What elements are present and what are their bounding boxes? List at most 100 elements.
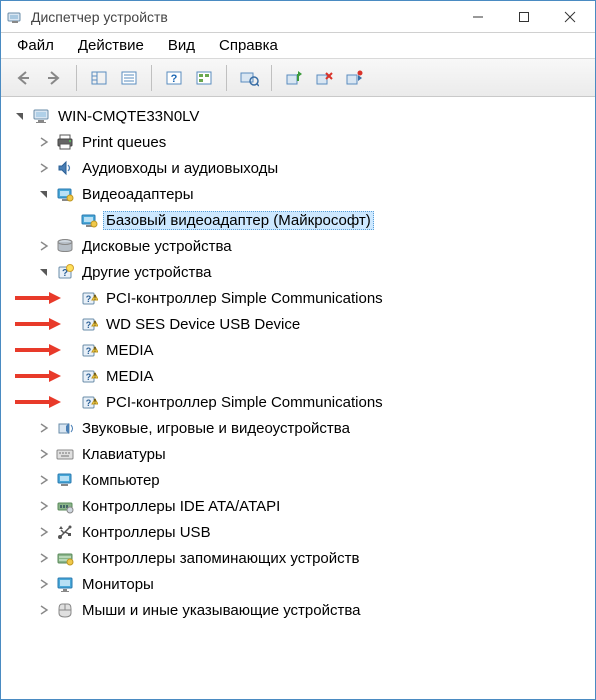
tree-item[interactable]: WIN-CMQTE33N0LV: [5, 103, 593, 129]
tree-toggle[interactable]: [37, 499, 51, 513]
tree-item-label: WD SES Device USB Device: [103, 315, 303, 334]
tree-item[interactable]: Другие устройства: [5, 259, 593, 285]
tree-toggle[interactable]: [37, 265, 51, 279]
close-button[interactable]: [547, 2, 593, 32]
titlebar: Диспетчер устройств: [1, 1, 595, 33]
tree-item[interactable]: PCI-контроллер Simple Communications: [5, 285, 593, 311]
tree-toggle[interactable]: [37, 473, 51, 487]
forward-button[interactable]: [39, 63, 69, 93]
tree-toggle[interactable]: [37, 161, 51, 175]
toolbar-separator: [271, 65, 272, 91]
tree-toggle-none: [61, 395, 75, 409]
app-icon: [7, 8, 25, 26]
unknown-device-icon: [79, 340, 99, 360]
menubar: Файл Действие Вид Справка: [1, 33, 595, 59]
device-tree[interactable]: WIN-CMQTE33N0LV Print queues Аудиовходы и …: [1, 97, 595, 629]
tree-toggle-none: [61, 369, 75, 383]
tree-item[interactable]: Видеоадаптеры: [5, 181, 593, 207]
tree-toggle-none: [61, 213, 75, 227]
update-driver-button[interactable]: [279, 63, 309, 93]
storage-controller-icon: [55, 548, 75, 568]
tree-item[interactable]: Мыши и иные указывающие устройства: [5, 597, 593, 623]
tree-item-label: Мыши и иные указывающие устройства: [79, 601, 363, 620]
tree-item-label: Другие устройства: [79, 263, 214, 282]
tree-item-label: Print queues: [79, 133, 169, 152]
tree-toggle[interactable]: [37, 577, 51, 591]
window-title: Диспетчер устройств: [31, 9, 455, 25]
tree-item[interactable]: Print queues: [5, 129, 593, 155]
tree-toggle[interactable]: [37, 603, 51, 617]
display-adapter-icon: [55, 184, 75, 204]
uninstall-device-button[interactable]: [309, 63, 339, 93]
help-button[interactable]: ?: [159, 63, 189, 93]
disable-device-button[interactable]: [339, 63, 369, 93]
show-hide-tree-button[interactable]: [84, 63, 114, 93]
unknown-device-icon: [79, 392, 99, 412]
tree-toggle[interactable]: [37, 447, 51, 461]
computer-icon: [31, 106, 51, 126]
speaker-icon: [55, 158, 75, 178]
menu-view[interactable]: Вид: [156, 33, 207, 58]
back-button[interactable]: [9, 63, 39, 93]
tree-item-label: Компьютер: [79, 471, 163, 490]
unknown-device-icon: [79, 288, 99, 308]
toolbar: ?: [1, 59, 595, 97]
toolbar-separator: [226, 65, 227, 91]
tree-item[interactable]: MEDIA: [5, 337, 593, 363]
tree-item-label: Дисковые устройства: [79, 237, 235, 256]
mouse-icon: [55, 600, 75, 620]
view-options-button[interactable]: [189, 63, 219, 93]
printer-icon: [55, 132, 75, 152]
tree-item-label: Контроллеры USB: [79, 523, 214, 542]
tree-item-label: WIN-CMQTE33N0LV: [55, 107, 202, 126]
tree-toggle[interactable]: [37, 421, 51, 435]
tree-toggle[interactable]: [37, 135, 51, 149]
tree-item-label: Аудиовходы и аудиовыходы: [79, 159, 281, 178]
tree-item[interactable]: Компьютер: [5, 467, 593, 493]
tree-item-label: Звуковые, игровые и видеоустройства: [79, 419, 353, 438]
sound-icon: [55, 418, 75, 438]
unknown-category-icon: [55, 262, 75, 282]
tree-item-label: PCI-контроллер Simple Communications: [103, 289, 386, 308]
monitor-icon: [55, 574, 75, 594]
minimize-button[interactable]: [455, 2, 501, 32]
svg-text:?: ?: [171, 73, 178, 85]
tree-toggle[interactable]: [37, 187, 51, 201]
tree-item[interactable]: Клавиатуры: [5, 441, 593, 467]
tree-toggle-none: [61, 317, 75, 331]
unknown-device-icon: [79, 314, 99, 334]
menu-action[interactable]: Действие: [66, 33, 156, 58]
tree-toggle[interactable]: [13, 109, 27, 123]
tree-toggle[interactable]: [37, 551, 51, 565]
tree-item-label: Мониторы: [79, 575, 157, 594]
tree-item-label: Видеоадаптеры: [79, 185, 197, 204]
tree-item-label: MEDIA: [103, 367, 157, 386]
tree-item-label: Клавиатуры: [79, 445, 169, 464]
usb-icon: [55, 522, 75, 542]
tree-toggle[interactable]: [37, 525, 51, 539]
tree-item[interactable]: WD SES Device USB Device: [5, 311, 593, 337]
unknown-device-icon: [79, 366, 99, 386]
tree-item[interactable]: PCI-контроллер Simple Communications: [5, 389, 593, 415]
tree-item[interactable]: Контроллеры IDE ATA/ATAPI: [5, 493, 593, 519]
tree-item[interactable]: Контроллеры USB: [5, 519, 593, 545]
tree-item-label: Контроллеры IDE ATA/ATAPI: [79, 497, 283, 516]
scan-hardware-button[interactable]: [234, 63, 264, 93]
tree-toggle[interactable]: [37, 239, 51, 253]
tree-item[interactable]: MEDIA: [5, 363, 593, 389]
tree-item[interactable]: Контроллеры запоминающих устройств: [5, 545, 593, 571]
ide-icon: [55, 496, 75, 516]
tree-item[interactable]: Аудиовходы и аудиовыходы: [5, 155, 593, 181]
tree-item[interactable]: Мониторы: [5, 571, 593, 597]
menu-file[interactable]: Файл: [5, 33, 66, 58]
tree-item[interactable]: Звуковые, игровые и видеоустройства: [5, 415, 593, 441]
properties-button[interactable]: [114, 63, 144, 93]
tree-item[interactable]: Дисковые устройства: [5, 233, 593, 259]
tree-toggle-none: [61, 343, 75, 357]
tree-item[interactable]: Базовый видеоадаптер (Майкрософт): [5, 207, 593, 233]
computer-category-icon: [55, 470, 75, 490]
maximize-button[interactable]: [501, 2, 547, 32]
menu-help[interactable]: Справка: [207, 33, 290, 58]
tree-item-label: MEDIA: [103, 341, 157, 360]
tree-toggle-none: [61, 291, 75, 305]
